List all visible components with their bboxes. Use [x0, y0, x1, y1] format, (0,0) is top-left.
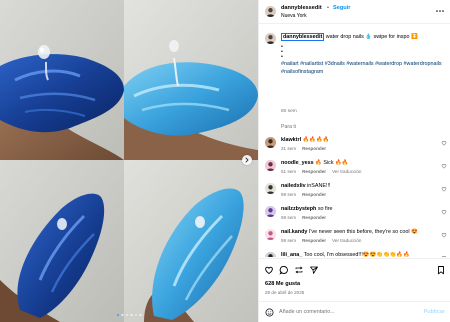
- comment-body: so fire: [316, 206, 333, 212]
- caption-text: water drop nails 💧 swipe for inspo ⏬: [324, 34, 418, 40]
- carousel-dot: [139, 313, 142, 316]
- comment-body: inSANE!!!: [305, 183, 331, 189]
- comment-text: nailedxliv inSANE!!!: [281, 183, 330, 189]
- reply-button[interactable]: Responder: [302, 192, 326, 197]
- comment-time: 59 sem: [281, 238, 297, 243]
- comment-time: 59 sem: [281, 215, 297, 220]
- comment-meta: 51 sem Responder Ver traducción: [281, 169, 367, 174]
- post-location[interactable]: Nueva York: [281, 13, 307, 19]
- comments-scroll-area[interactable]: dannyblessedit water drop nails 💧 swipe …: [259, 25, 450, 257]
- media-photo-bottom-right: [124, 160, 258, 322]
- more-horizontal-icon[interactable]: [435, 8, 445, 14]
- commenter-avatar[interactable]: [265, 183, 276, 194]
- comment-text: lili_ana_ Too cool, I'm obsessed!!!😍😍👏👏👏…: [281, 252, 410, 257]
- for-you-label: Para ti: [281, 124, 296, 130]
- comment-row: klawktrl 🔥🔥🔥🔥 31 sem Responder: [265, 137, 447, 159]
- comment-like-heart-icon[interactable]: [441, 255, 447, 257]
- comment-row: nail.kandy I've never seen this before, …: [265, 229, 447, 251]
- post-side-panel: dannyblessedit • Seguir Nueva York danny…: [258, 0, 450, 322]
- post-header: dannyblessedit • Seguir Nueva York: [259, 0, 450, 24]
- comment-like-heart-icon[interactable]: [441, 140, 447, 146]
- comment-meta: 59 sem Responder Ver traducción: [281, 238, 367, 243]
- comment-time: 51 sem: [281, 169, 297, 174]
- post-actions: 628 Me gusta 26 de abril de 2025: [259, 258, 450, 300]
- caption-hashtags[interactable]: #nailart #nailartist #3dnails #waternail…: [281, 60, 443, 76]
- comment-composer: Publicar: [259, 301, 450, 322]
- reply-button[interactable]: Responder: [302, 169, 326, 174]
- commenter-username[interactable]: nailedxliv: [281, 183, 306, 189]
- comment-body: I've never seen this before, they're so …: [307, 229, 418, 235]
- carousel-dot: [130, 313, 133, 316]
- caption-time: 60 sem: [281, 109, 297, 114]
- carousel-dot: [116, 313, 119, 316]
- comment-input[interactable]: [279, 307, 409, 317]
- commenter-username[interactable]: noodle_yess: [281, 160, 314, 166]
- comment-like-heart-icon[interactable]: [441, 186, 447, 192]
- repost-icon[interactable]: [294, 265, 304, 275]
- commenter-avatar[interactable]: [265, 229, 276, 240]
- comment-time: 59 sem: [281, 192, 297, 197]
- comment-row: noodle_yess 🔥 Sick 🔥🔥 51 sem Responder Ver …: [265, 160, 447, 182]
- carousel-next-button[interactable]: [242, 155, 252, 165]
- caption-avatar[interactable]: [265, 33, 276, 44]
- like-count[interactable]: 628 Me gusta: [265, 281, 300, 287]
- carousel-dot: [125, 313, 128, 316]
- comment-text: klawktrl 🔥🔥🔥🔥: [281, 137, 329, 143]
- comment-text: nailzzbysteph so fire: [281, 206, 333, 212]
- post-date: 26 de abril de 2025: [265, 290, 305, 295]
- post-comment-button[interactable]: Publicar: [424, 309, 445, 315]
- comment-row: nailzzbysteph so fire 59 sem Responder: [265, 206, 447, 228]
- chevron-right-icon: [245, 157, 249, 163]
- instagram-post-window: dannyblessedit • Seguir Nueva York danny…: [0, 0, 450, 322]
- comment-body: 🔥 Sick 🔥🔥: [313, 160, 349, 166]
- comment-body: 🔥🔥🔥🔥: [301, 137, 330, 143]
- comment-like-heart-icon[interactable]: [441, 209, 447, 215]
- carousel-dot: [121, 313, 124, 316]
- carousel-dot: [134, 313, 137, 316]
- commenter-username[interactable]: klawktrl: [281, 137, 301, 143]
- heart-icon[interactable]: [264, 265, 274, 275]
- header-separator: •: [327, 5, 329, 11]
- comment-text: nail.kandy I've never seen this before, …: [281, 229, 418, 235]
- comment-row: nailedxliv inSANE!!! 59 sem Responder: [265, 183, 447, 205]
- comment-meta: 31 sem Responder: [281, 146, 332, 151]
- follow-button[interactable]: Seguir: [333, 5, 350, 11]
- reply-button[interactable]: Responder: [302, 215, 326, 220]
- comment-like-heart-icon[interactable]: [441, 163, 447, 169]
- caption-username[interactable]: dannyblessedit: [281, 33, 325, 41]
- author-avatar[interactable]: [265, 6, 276, 17]
- post-media-carousel[interactable]: [0, 0, 258, 322]
- comment-like-heart-icon[interactable]: [441, 232, 447, 238]
- commenter-username[interactable]: nailzzbysteph: [281, 206, 316, 212]
- comment-time: 31 sem: [281, 146, 297, 151]
- comment-meta: 59 sem Responder: [281, 215, 332, 220]
- see-translation-button[interactable]: Ver traducción: [332, 238, 361, 243]
- media-photo-bottom-left: [0, 160, 124, 322]
- author-username[interactable]: dannyblessedit: [281, 5, 322, 11]
- commenter-username[interactable]: lili_ana_: [281, 252, 302, 257]
- comment-row: lili_ana_ Too cool, I'm obsessed!!!😍😍👏👏👏…: [265, 252, 447, 257]
- bookmark-icon[interactable]: [436, 265, 446, 275]
- comment-text: noodle_yess 🔥 Sick 🔥🔥: [281, 160, 349, 166]
- commenter-avatar[interactable]: [265, 137, 276, 148]
- media-photo-top-right: [124, 0, 258, 160]
- commenter-avatar[interactable]: [265, 160, 276, 171]
- see-translation-button[interactable]: Ver traducción: [332, 169, 361, 174]
- reply-button[interactable]: Responder: [302, 146, 326, 151]
- comment-icon[interactable]: [279, 265, 289, 275]
- reply-button[interactable]: Responder: [302, 238, 326, 243]
- commenter-avatar[interactable]: [265, 206, 276, 217]
- comment-meta: 59 sem Responder: [281, 192, 332, 197]
- media-photo-top-left: [0, 0, 124, 160]
- comment-body: Too cool, I'm obsessed!!!😍😍👏👏👏🔥🔥: [302, 252, 410, 257]
- commenter-avatar[interactable]: [265, 252, 276, 257]
- emoji-icon[interactable]: [265, 308, 274, 317]
- carousel-dots: [0, 313, 258, 316]
- commenter-username[interactable]: nail.kandy: [281, 229, 307, 235]
- post-caption: dannyblessedit water drop nails 💧 swipe …: [281, 33, 443, 76]
- share-icon[interactable]: [309, 265, 319, 275]
